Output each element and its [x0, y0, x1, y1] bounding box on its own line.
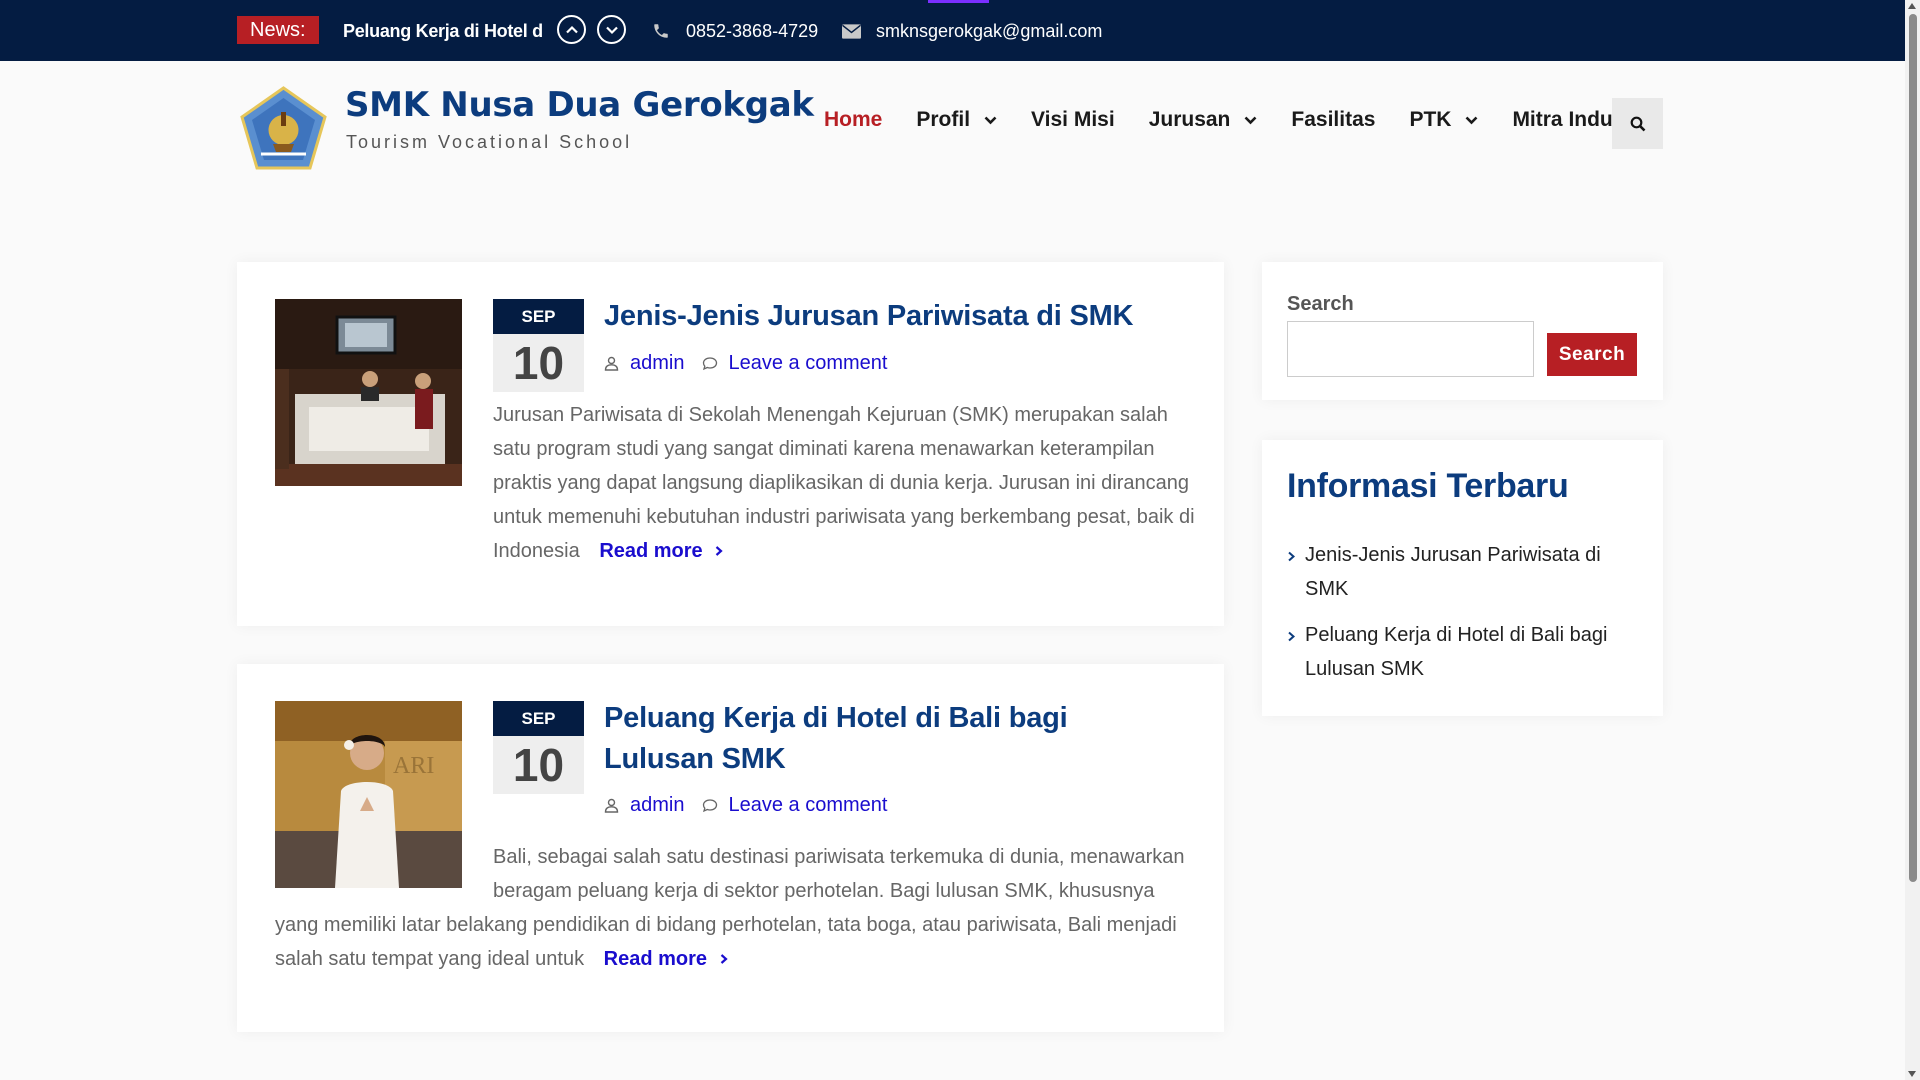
read-more-link[interactable]: Read more [604, 948, 729, 970]
scroll-down-arrow[interactable] [1908, 1071, 1916, 1077]
post-meta: admin Leave a comment [604, 794, 887, 817]
read-more-link[interactable]: Read more [599, 540, 724, 562]
post-date-day: 10 [493, 736, 584, 794]
nav-label: Profil [916, 108, 971, 131]
post-date-month: SEP [493, 701, 584, 736]
main-nav: Home Profil Visi Misi Jurusan Fasilitas … [824, 108, 1645, 132]
user-icon [604, 356, 620, 372]
nav-item-home[interactable]: Home [824, 108, 882, 132]
news-ticker[interactable]: Peluang Kerja di Hotel di [343, 19, 543, 43]
nav-item-profil[interactable]: Profil [916, 108, 997, 132]
recent-post-item[interactable]: Peluang Kerja di Hotel di Bali bagi Lulu… [1287, 618, 1637, 686]
svg-text:ARI: ARI [393, 753, 434, 779]
chevron-up-icon [565, 25, 578, 33]
read-more-label: Read more [603, 948, 708, 970]
recent-post-link[interactable]: Peluang Kerja di Hotel di Bali bagi Lulu… [1305, 618, 1637, 686]
phone-contact[interactable]: 0852-3868-4729 [650, 19, 818, 43]
accent-line [928, 0, 989, 3]
nav-item-fasilitas[interactable]: Fasilitas [1291, 108, 1375, 132]
search-widget: Search Search [1262, 262, 1663, 400]
school-logo[interactable] [237, 84, 330, 174]
post-card: ARI SEP 10 Peluang Kerja di Hotel di Bal… [237, 664, 1224, 1032]
post-excerpt: Bali, sebagai salah satu destinasi pariw… [275, 840, 1195, 976]
scroll-up-arrow[interactable] [1908, 3, 1916, 9]
envelope-icon [840, 20, 862, 42]
search-icon [1630, 116, 1645, 131]
recent-posts-widget: Informasi Terbaru Jenis-Jenis Jurusan Pa… [1262, 440, 1663, 716]
post-meta: admin Leave a comment [604, 352, 887, 375]
header-search-button[interactable] [1612, 98, 1663, 149]
phone-icon [650, 20, 672, 42]
post-date: SEP 10 [493, 299, 584, 392]
comment-icon [702, 798, 718, 814]
read-more-label: Read more [599, 540, 703, 562]
search-label: Search [1287, 293, 1354, 315]
post-card: SEP 10 Jenis-Jenis Jurusan Pariwisata di… [237, 262, 1224, 626]
chevron-right-icon [1287, 618, 1305, 686]
chevron-right-icon [720, 954, 728, 964]
ticker-next-button[interactable] [597, 15, 626, 44]
chevron-right-icon [716, 546, 723, 556]
nav-item-jurusan[interactable]: Jurusan [1149, 108, 1258, 132]
comment-icon [702, 356, 718, 372]
chevron-down-icon [1466, 116, 1478, 124]
recent-posts-list: Jenis-Jenis Jurusan Pariwisata di SMK Pe… [1287, 538, 1637, 698]
search-submit-button[interactable]: Search [1547, 333, 1637, 376]
chevron-down-icon [1244, 116, 1257, 124]
recent-post-item[interactable]: Jenis-Jenis Jurusan Pariwisata di SMK [1287, 538, 1637, 606]
post-title[interactable]: Peluang Kerja di Hotel di Bali bagi Lulu… [604, 698, 1164, 780]
scrollbar-thumb[interactable] [1909, 14, 1917, 882]
site-tagline: Tourism Vocational School [346, 132, 633, 152]
search-input[interactable] [1287, 321, 1534, 377]
nav-item-ptk[interactable]: PTK [1409, 108, 1478, 132]
post-date-day: 10 [493, 334, 584, 392]
leave-comment-link[interactable]: Leave a comment [728, 794, 887, 817]
recent-posts-title: Informasi Terbaru [1287, 467, 1569, 505]
post-title[interactable]: Jenis-Jenis Jurusan Pariwisata di SMK [604, 296, 1164, 337]
chevron-down-icon [984, 116, 997, 124]
news-label: News: [237, 16, 319, 44]
email-address: smknsgerokgak@gmail.com [876, 21, 1103, 41]
post-excerpt-text: Jurusan Pariwisata di Sekolah Menengah K… [493, 404, 1195, 562]
site-title[interactable]: SMK Nusa Dua Gerokgak [345, 85, 814, 125]
nav-item-visi-misi[interactable]: Visi Misi [1031, 108, 1115, 132]
user-icon [604, 798, 620, 814]
chevron-right-icon [1287, 538, 1305, 606]
post-author-link[interactable]: admin [630, 794, 684, 817]
post-author-link[interactable]: admin [630, 352, 684, 375]
email-contact[interactable]: smknsgerokgak@gmail.com [840, 19, 1102, 43]
nav-label: Visi Misi [1031, 108, 1115, 131]
phone-number: 0852-3868-4729 [686, 21, 819, 41]
leave-comment-link[interactable]: Leave a comment [728, 352, 887, 375]
post-date: SEP 10 [493, 701, 584, 794]
top-bar: News: Peluang Kerja di Hotel di 0852-386… [0, 0, 1905, 61]
recent-post-link[interactable]: Jenis-Jenis Jurusan Pariwisata di SMK [1305, 538, 1637, 606]
nav-label: Jurusan [1148, 108, 1231, 131]
page-scrollbar[interactable] [1905, 0, 1920, 1080]
nav-label: Home [824, 108, 883, 131]
post-excerpt: Jurusan Pariwisata di Sekolah Menengah K… [275, 398, 1195, 568]
nav-label: PTK [1409, 108, 1452, 131]
post-date-month: SEP [493, 299, 584, 334]
nav-label: Fasilitas [1291, 108, 1376, 131]
ticker-prev-button[interactable] [557, 15, 586, 44]
chevron-down-icon [605, 26, 618, 34]
